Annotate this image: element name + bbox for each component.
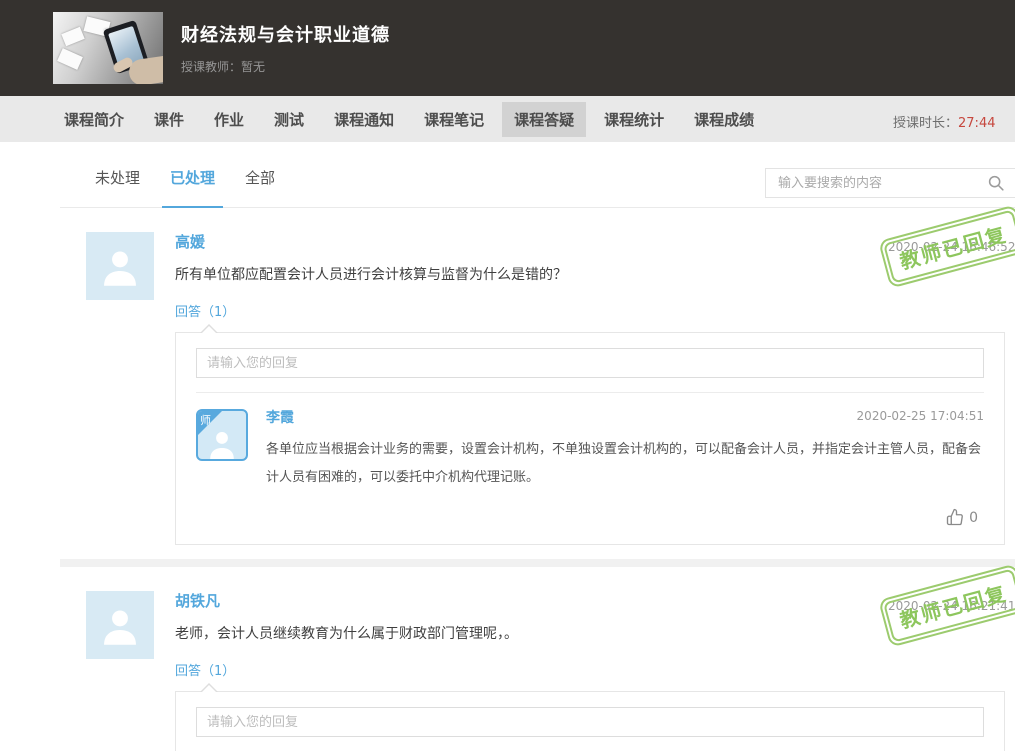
nav-tab-test[interactable]: 测试 (262, 102, 316, 137)
reply-input[interactable] (196, 348, 984, 378)
student-avatar (86, 232, 154, 300)
answer-count-link[interactable]: 回答（1） (175, 301, 235, 320)
reply-input[interactable] (196, 707, 984, 737)
answer-count-link[interactable]: 回答（1） (175, 660, 235, 679)
teacher-avatar: 师 (196, 409, 248, 461)
teacher-reply: 师 李霞 2020-02-25 17:04:51 各单位应当根据会计业务的需要，… (196, 409, 984, 526)
panel-divider (196, 392, 984, 393)
person-icon (104, 610, 136, 645)
qa-entry: 胡铁凡 老师，会计人员继续教育为什么属于财政部门管理呢，。 回答（1） 2020… (60, 563, 1015, 751)
paper-shape (61, 26, 85, 47)
teaching-duration: 授课时长：27:44 (893, 112, 995, 131)
nav-tab-notice[interactable]: 课程通知 (322, 102, 406, 137)
thumbs-up-icon (946, 508, 963, 526)
nav-tab-stats[interactable]: 课程统计 (592, 102, 676, 137)
nav-tab-course-intro[interactable]: 课程简介 (52, 102, 136, 137)
filter-tabs-row: 未处理 已处理 全部 (60, 142, 1015, 208)
nav-tab-courseware[interactable]: 课件 (142, 102, 196, 137)
like-button[interactable]: 0 (266, 508, 984, 526)
reply-text: 各单位应当根据会计业务的需要，设置会计机构，不单独设置会计机构的，可以配备会计人… (266, 442, 982, 485)
teaching-duration-label: 授课时长： (893, 116, 959, 131)
search-icon[interactable] (987, 174, 1005, 192)
nav-tab-qa[interactable]: 课程答疑 (502, 101, 587, 137)
student-avatar (86, 591, 154, 659)
course-nav: 课程简介 课件 作业 测试 课程通知 课程笔记 课程答疑 课程统计 课程成绩 授… (0, 96, 1015, 142)
reply-panel: 师 李霞 2020-02-25 16:04:05 (175, 683, 1005, 751)
course-thumbnail-image (53, 12, 163, 84)
like-count: 0 (969, 510, 978, 526)
qa-content: 未处理 已处理 全部 高媛 所有单位都应配置会计人员进行会计核算与监督为什么是错… (60, 142, 1015, 751)
course-teacher-label: 授课教师：暂无 (181, 60, 266, 74)
search-input[interactable] (765, 168, 1015, 198)
nav-tab-notes[interactable]: 课程笔记 (412, 102, 496, 137)
reply-panel: 师 李霞 2020-02-25 17:04:51 各单位应当根据会计业务的需要，… (175, 324, 1005, 545)
nav-tab-homework[interactable]: 作业 (202, 102, 256, 137)
person-icon (104, 251, 136, 286)
entry-divider (60, 559, 1015, 567)
nav-tab-grades[interactable]: 课程成绩 (682, 102, 766, 137)
search-box (765, 168, 1015, 198)
tab-processed[interactable]: 已处理 (162, 148, 224, 208)
paper-shape (57, 48, 83, 70)
teaching-duration-value: 27:44 (958, 116, 996, 131)
tab-all[interactable]: 全部 (245, 148, 275, 207)
teacher-badge-label: 师 (200, 414, 211, 427)
reply-date: 2020-02-25 17:04:51 (856, 409, 984, 423)
course-title: 财经法规与会计职业道德 (181, 25, 390, 46)
course-header: 财经法规与会计职业道德 授课教师：暂无 (0, 0, 1015, 96)
qa-entry: 高媛 所有单位都应配置会计人员进行会计核算与监督为什么是错的？ 回答（1） 20… (60, 204, 1015, 559)
tab-unprocessed[interactable]: 未处理 (95, 148, 140, 207)
